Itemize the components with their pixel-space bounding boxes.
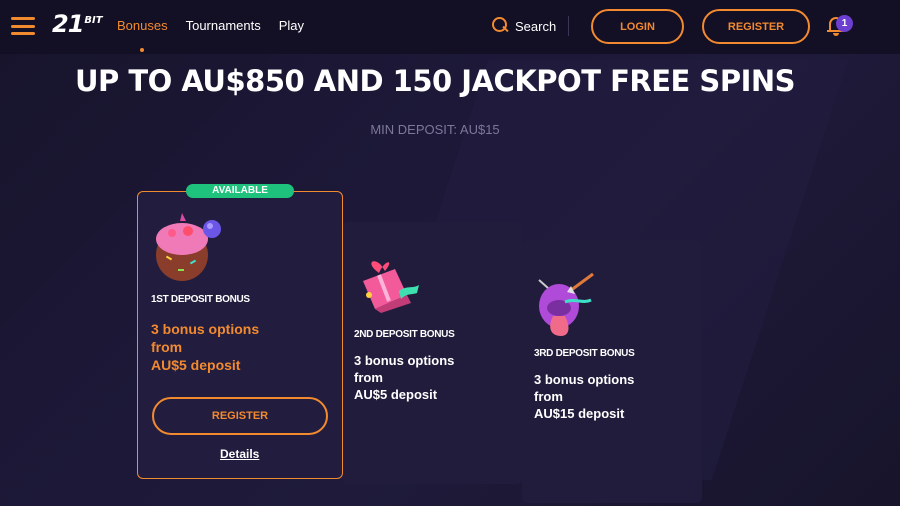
offer-line: from [151,339,183,355]
nav-item-play[interactable]: Play [279,18,304,33]
offer-line: 3 bonus options [354,353,455,368]
site-logo[interactable]: 21 BIT [52,12,103,36]
min-deposit-text: MIN DEPOSIT: AU$15 [370,122,500,137]
active-nav-indicator [140,48,144,52]
card-offer: 3 bonus options from AU$15 deposit [534,371,634,422]
logo-number: 21 [52,10,84,38]
offer-line: from [534,389,563,404]
offer-line: from [354,370,383,385]
login-button[interactable]: LOGIN [591,9,684,44]
search-icon [491,16,509,36]
card-title: 1ST DEPOSIT BONUS [151,294,250,305]
offer-line: AU$15 deposit [534,406,625,421]
card-register-button[interactable]: REGISTER [152,397,328,435]
candy-ball-icon [156,213,221,281]
register-button[interactable]: REGISTER [702,9,810,44]
top-header: 21 BIT Bonuses Tournaments Play Search L… [0,0,900,54]
header-divider [568,16,569,36]
offer-line: 3 bonus options [534,372,635,387]
card-title: 2ND DEPOSIT BONUS [354,329,455,340]
main-nav: Bonuses Tournaments Play [117,18,322,33]
page-title: UP TO AU$850 AND 150 JACKPOT FREE SPINS [74,64,796,98]
details-link[interactable]: Details [220,447,259,461]
hamburger-menu-icon[interactable] [11,17,35,35]
search-button[interactable]: Search [491,16,556,36]
offer-line: 3 bonus options [151,321,260,337]
offer-line: AU$5 deposit [151,357,241,373]
gift-box-icon [363,261,419,313]
card-offer: 3 bonus options from AU$5 deposit [151,320,259,374]
mushroom-icon [538,272,594,336]
search-label: Search [515,18,557,34]
available-badge: AVAILABLE [186,184,294,198]
notification-badge: 1 [836,15,853,32]
nav-item-tournaments[interactable]: Tournaments [186,18,261,33]
nav-item-bonuses[interactable]: Bonuses [117,18,168,33]
card-title: 3RD DEPOSIT BONUS [534,348,635,359]
offer-line: AU$5 deposit [354,387,438,402]
card-offer: 3 bonus options from AU$5 deposit [354,352,454,403]
logo-word: BIT [84,15,103,26]
